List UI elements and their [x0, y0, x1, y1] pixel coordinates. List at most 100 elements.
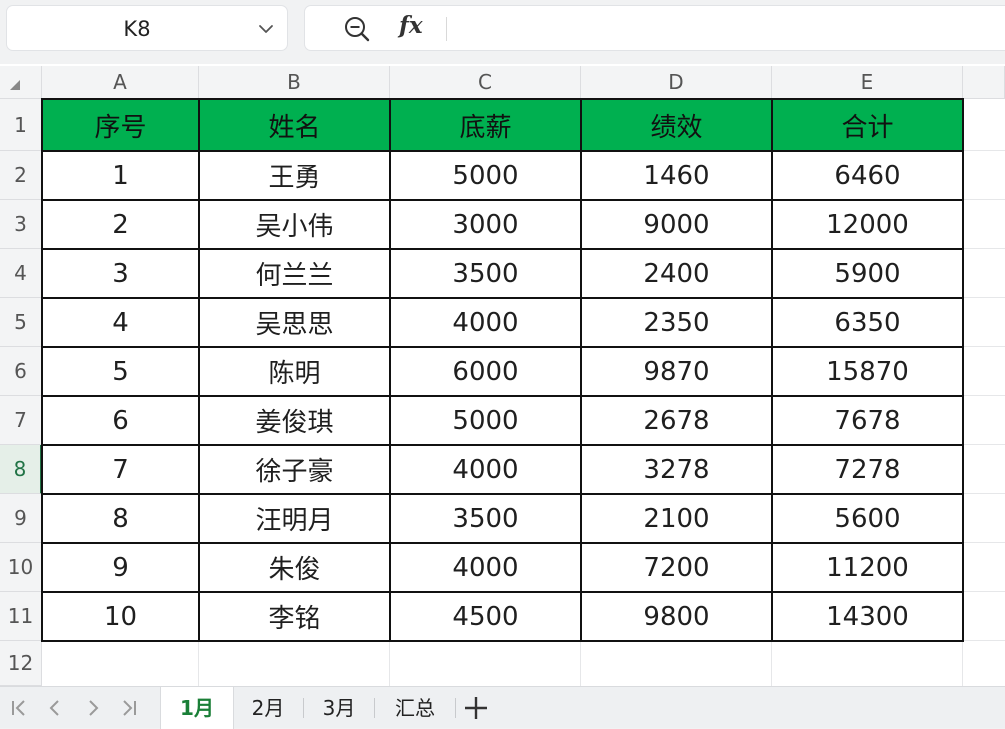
sheet-tab-1[interactable]: 1月 [160, 687, 234, 729]
table-cell[interactable]: 4500 [390, 592, 581, 641]
sheet-tab-3[interactable]: 3月 [305, 687, 373, 729]
row-header-5[interactable]: 5 [0, 298, 42, 347]
prev-sheet-icon[interactable] [42, 695, 68, 721]
table-cell[interactable]: 吴思思 [199, 298, 390, 347]
table-cell[interactable]: 姜俊琪 [199, 396, 390, 445]
table-cell[interactable]: 9800 [581, 592, 772, 641]
table-cell[interactable]: 3 [42, 249, 199, 298]
table-cell[interactable]: 5 [42, 347, 199, 396]
first-sheet-icon[interactable] [6, 695, 32, 721]
header-cell[interactable]: 合计 [772, 99, 963, 151]
table-border [41, 395, 964, 397]
column-header-e[interactable]: E [772, 66, 963, 99]
row-header-2[interactable]: 2 [0, 151, 42, 200]
table-cell[interactable]: 2678 [581, 396, 772, 445]
row-header-1[interactable]: 1 [0, 99, 42, 151]
table-cell[interactable]: 9 [42, 543, 199, 592]
table-cell[interactable]: 7278 [772, 445, 963, 494]
table-cell[interactable]: 3500 [390, 494, 581, 543]
table-cell[interactable]: 6350 [772, 298, 963, 347]
table-cell[interactable]: 9000 [581, 200, 772, 249]
table-cell[interactable]: 9870 [581, 347, 772, 396]
header-cell[interactable]: 底薪 [390, 99, 581, 151]
table-cell[interactable]: 李铭 [199, 592, 390, 641]
table-cell[interactable]: 王勇 [199, 151, 390, 200]
column-header-d[interactable]: D [581, 66, 772, 99]
table-cell[interactable]: 陈明 [199, 347, 390, 396]
fx-icon[interactable]: fx [399, 12, 423, 39]
table-cell[interactable]: 2100 [581, 494, 772, 543]
table-cell[interactable]: 3000 [390, 200, 581, 249]
table-cell[interactable]: 3500 [390, 249, 581, 298]
table-border [41, 591, 964, 593]
table-cell[interactable]: 2350 [581, 298, 772, 347]
sheet-tab-2[interactable]: 2月 [234, 687, 302, 729]
formula-input[interactable] [455, 6, 1005, 50]
table-cell[interactable]: 4000 [390, 543, 581, 592]
table-cell[interactable]: 吴小伟 [199, 200, 390, 249]
table-cell[interactable]: 汪明月 [199, 494, 390, 543]
divider [446, 17, 447, 41]
table-cell[interactable]: 5000 [390, 396, 581, 445]
table-cell[interactable]: 朱俊 [199, 543, 390, 592]
table-cell[interactable]: 7 [42, 445, 199, 494]
table-border [41, 199, 964, 201]
row-header-10[interactable]: 10 [0, 543, 42, 592]
zoom-out-icon[interactable] [343, 15, 371, 43]
table-cell[interactable]: 4000 [390, 445, 581, 494]
header-cell[interactable]: 姓名 [199, 99, 390, 151]
header-cell[interactable]: 序号 [42, 99, 199, 151]
table-border [198, 99, 200, 642]
table-cell[interactable]: 3278 [581, 445, 772, 494]
table-cell[interactable]: 8 [42, 494, 199, 543]
row-header-3[interactable]: 3 [0, 200, 42, 249]
add-sheet-icon[interactable] [462, 694, 490, 722]
row-header-7[interactable]: 7 [0, 396, 42, 445]
spreadsheet-grid[interactable]: A B C D E 1 2 3 4 5 6 7 8 9 10 11 12 序号 姓名 底薪 绩效 合计 1 王勇 5000 146… [0, 64, 1005, 686]
row-header-4[interactable]: 4 [0, 249, 42, 298]
sheet-tab-4[interactable]: 汇总 [376, 687, 454, 729]
table-cell[interactable]: 10 [42, 592, 199, 641]
table-cell[interactable]: 徐子豪 [199, 445, 390, 494]
name-box[interactable]: K8 [6, 5, 288, 51]
table-cell[interactable]: 12000 [772, 200, 963, 249]
header-cell[interactable]: 绩效 [581, 99, 772, 151]
table-cell[interactable]: 4000 [390, 298, 581, 347]
tab-divider [374, 698, 375, 718]
table-cell[interactable]: 14300 [772, 592, 963, 641]
chevron-down-icon[interactable] [257, 20, 275, 38]
table-cell[interactable]: 6460 [772, 151, 963, 200]
row-header-6[interactable]: 6 [0, 347, 42, 396]
table-cell[interactable]: 1460 [581, 151, 772, 200]
row-header-9[interactable]: 9 [0, 494, 42, 543]
row-header-12[interactable]: 12 [0, 641, 42, 686]
table-cell[interactable]: 4 [42, 298, 199, 347]
table-cell[interactable]: 2 [42, 200, 199, 249]
table-cell[interactable]: 6000 [390, 347, 581, 396]
table-cell[interactable]: 何兰兰 [199, 249, 390, 298]
column-header-b[interactable]: B [199, 66, 390, 99]
row-header-11[interactable]: 11 [0, 592, 42, 641]
name-box-value: K8 [123, 17, 151, 41]
table-cell[interactable]: 1 [42, 151, 199, 200]
column-header-a[interactable]: A [42, 66, 199, 99]
table-cell[interactable]: 6 [42, 396, 199, 445]
table-cell[interactable]: 15870 [772, 347, 963, 396]
table-border [41, 248, 964, 250]
select-all-corner[interactable] [0, 66, 42, 99]
formula-bar[interactable]: fx [304, 5, 1005, 51]
table-cell[interactable]: 7678 [772, 396, 963, 445]
table-border [389, 99, 391, 642]
table-cell[interactable]: 5900 [772, 249, 963, 298]
next-sheet-icon[interactable] [80, 695, 106, 721]
row-header-8[interactable]: 8 [0, 445, 42, 494]
column-header-c[interactable]: C [390, 66, 581, 99]
table-cell[interactable]: 5600 [772, 494, 963, 543]
last-sheet-icon[interactable] [116, 695, 142, 721]
table-cell[interactable]: 2400 [581, 249, 772, 298]
table-border [41, 493, 964, 495]
table-cell[interactable]: 11200 [772, 543, 963, 592]
column-header-f[interactable] [963, 66, 1005, 99]
table-cell[interactable]: 5000 [390, 151, 581, 200]
table-cell[interactable]: 7200 [581, 543, 772, 592]
